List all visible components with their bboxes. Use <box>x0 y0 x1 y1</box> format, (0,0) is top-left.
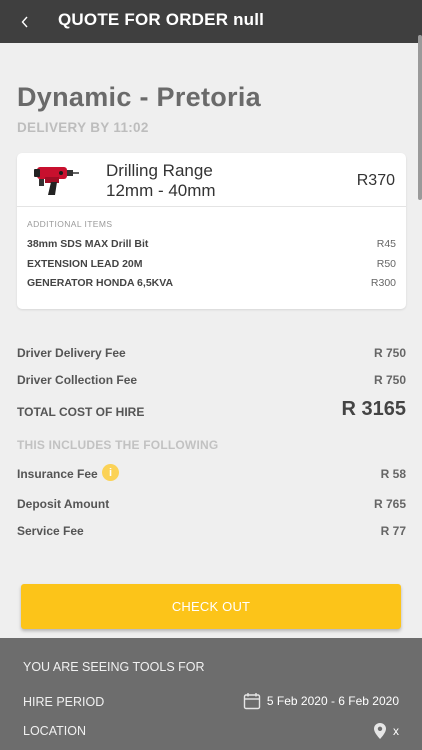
app-bar: QUOTE FOR ORDER null <box>0 0 422 43</box>
additional-item-name: EXTENSION LEAD 20M <box>27 258 143 270</box>
info-icon[interactable]: i <box>102 464 119 481</box>
fee-label: Service Fee <box>17 524 84 538</box>
chevron-left-icon <box>21 16 28 27</box>
additional-item-price: R300 <box>370 277 396 289</box>
tool-name: Drilling Range 12mm - 40mm <box>106 161 306 201</box>
tool-price: R370 <box>356 172 395 189</box>
tools-context-panel: YOU ARE SEEING TOOLS FOR HIRE PERIOD 5 F… <box>0 638 422 750</box>
total-label: TOTAL COST OF HIRE <box>17 405 145 419</box>
total-value: R 3165 <box>341 398 407 420</box>
additional-item: GENERATOR HONDA 6,5KVA R300 <box>27 277 396 291</box>
hire-period-selector[interactable]: 5 Feb 2020 - 6 Feb 2020 <box>243 692 399 710</box>
location-label: LOCATION <box>23 724 86 738</box>
location-pin-icon <box>374 723 386 739</box>
fee-value: R 77 <box>380 524 406 538</box>
delivery-time: DELIVERY BY 11:02 <box>17 120 149 135</box>
page-title: QUOTE FOR ORDER null <box>58 10 265 29</box>
fee-label: Driver Delivery Fee <box>17 346 126 360</box>
fee-value: R 750 <box>373 346 406 360</box>
store-name: Dynamic - Pretoria <box>17 82 261 112</box>
additional-item: 38mm SDS MAX Drill Bit R45 <box>27 238 396 252</box>
additional-items-heading: ADDITIONAL ITEMS <box>27 219 113 229</box>
fee-value: R 58 <box>380 467 406 481</box>
tool-card: Drilling Range 12mm - 40mm R370 ADDITION… <box>17 153 406 309</box>
additional-item-price: R50 <box>376 258 396 270</box>
fee-label: Insurance Fee <box>17 467 98 481</box>
fee-label: Deposit Amount <box>17 497 110 511</box>
additional-item-price: R45 <box>376 238 396 250</box>
fee-value: R 765 <box>373 497 406 511</box>
back-button[interactable] <box>0 0 50 43</box>
tool-name-line1: Drilling Range <box>106 161 213 180</box>
includes-heading: THIS INCLUDES THE FOLLOWING <box>17 438 219 452</box>
additional-item-name: 38mm SDS MAX Drill Bit <box>27 238 149 250</box>
additional-item: EXTENSION LEAD 20M R50 <box>27 258 396 272</box>
context-heading: YOU ARE SEEING TOOLS FOR <box>23 660 205 674</box>
fee-label: Driver Collection Fee <box>17 373 138 387</box>
fee-value: R 750 <box>373 373 406 387</box>
tool-name-line2: 12mm - 40mm <box>106 181 216 200</box>
checkout-button[interactable]: CHECK OUT <box>21 584 401 629</box>
tool-summary[interactable]: Drilling Range 12mm - 40mm R370 <box>17 153 406 207</box>
additional-item-name: GENERATOR HONDA 6,5KVA <box>27 277 174 289</box>
scrollbar[interactable] <box>418 35 422 200</box>
hire-period-value: 5 Feb 2020 - 6 Feb 2020 <box>266 694 399 708</box>
location-value: x <box>393 724 399 738</box>
rotary-hammer-drill-icon <box>34 167 79 195</box>
calendar-icon <box>243 693 261 710</box>
hire-period-label: HIRE PERIOD <box>23 695 105 709</box>
location-selector[interactable]: x <box>373 722 399 740</box>
